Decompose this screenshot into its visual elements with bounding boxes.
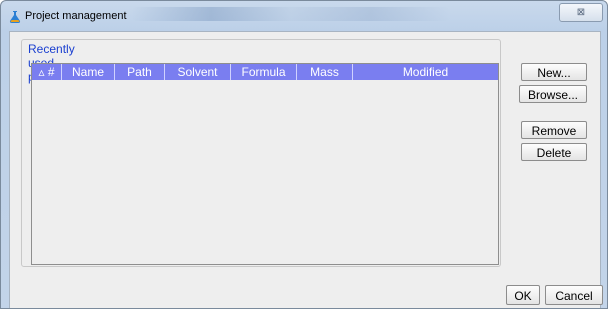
column-header-formula[interactable]: Formula (231, 64, 297, 80)
remove-button[interactable]: Remove (521, 121, 587, 139)
column-header-name[interactable]: Name (62, 64, 115, 80)
column-header-path[interactable]: Path (115, 64, 165, 80)
column-header-mass[interactable]: Mass (297, 64, 353, 80)
column-header-solvent[interactable]: Solvent (165, 64, 231, 80)
column-header-index[interactable]: ▵ # (32, 64, 62, 80)
title-bar[interactable]: Project management ⊠ (1, 1, 607, 31)
title-bar-background (131, 7, 451, 21)
window-title: Project management (25, 10, 127, 22)
project-management-window: Project management ⊠ Recently used proje… (0, 0, 608, 309)
ok-button[interactable]: OK (506, 285, 540, 305)
close-button[interactable]: ⊠ (559, 3, 603, 22)
delete-button[interactable]: Delete (521, 143, 587, 161)
projects-table[interactable]: ▵ # Name Path Solvent Formula Mass Modif… (31, 63, 499, 265)
browse-button[interactable]: Browse... (519, 85, 587, 103)
new-button[interactable]: New... (521, 63, 587, 81)
app-flask-icon (9, 11, 21, 23)
table-header: ▵ # Name Path Solvent Formula Mass Modif… (32, 64, 498, 80)
cancel-button[interactable]: Cancel (545, 285, 603, 305)
column-header-modified[interactable]: Modified (353, 64, 498, 80)
